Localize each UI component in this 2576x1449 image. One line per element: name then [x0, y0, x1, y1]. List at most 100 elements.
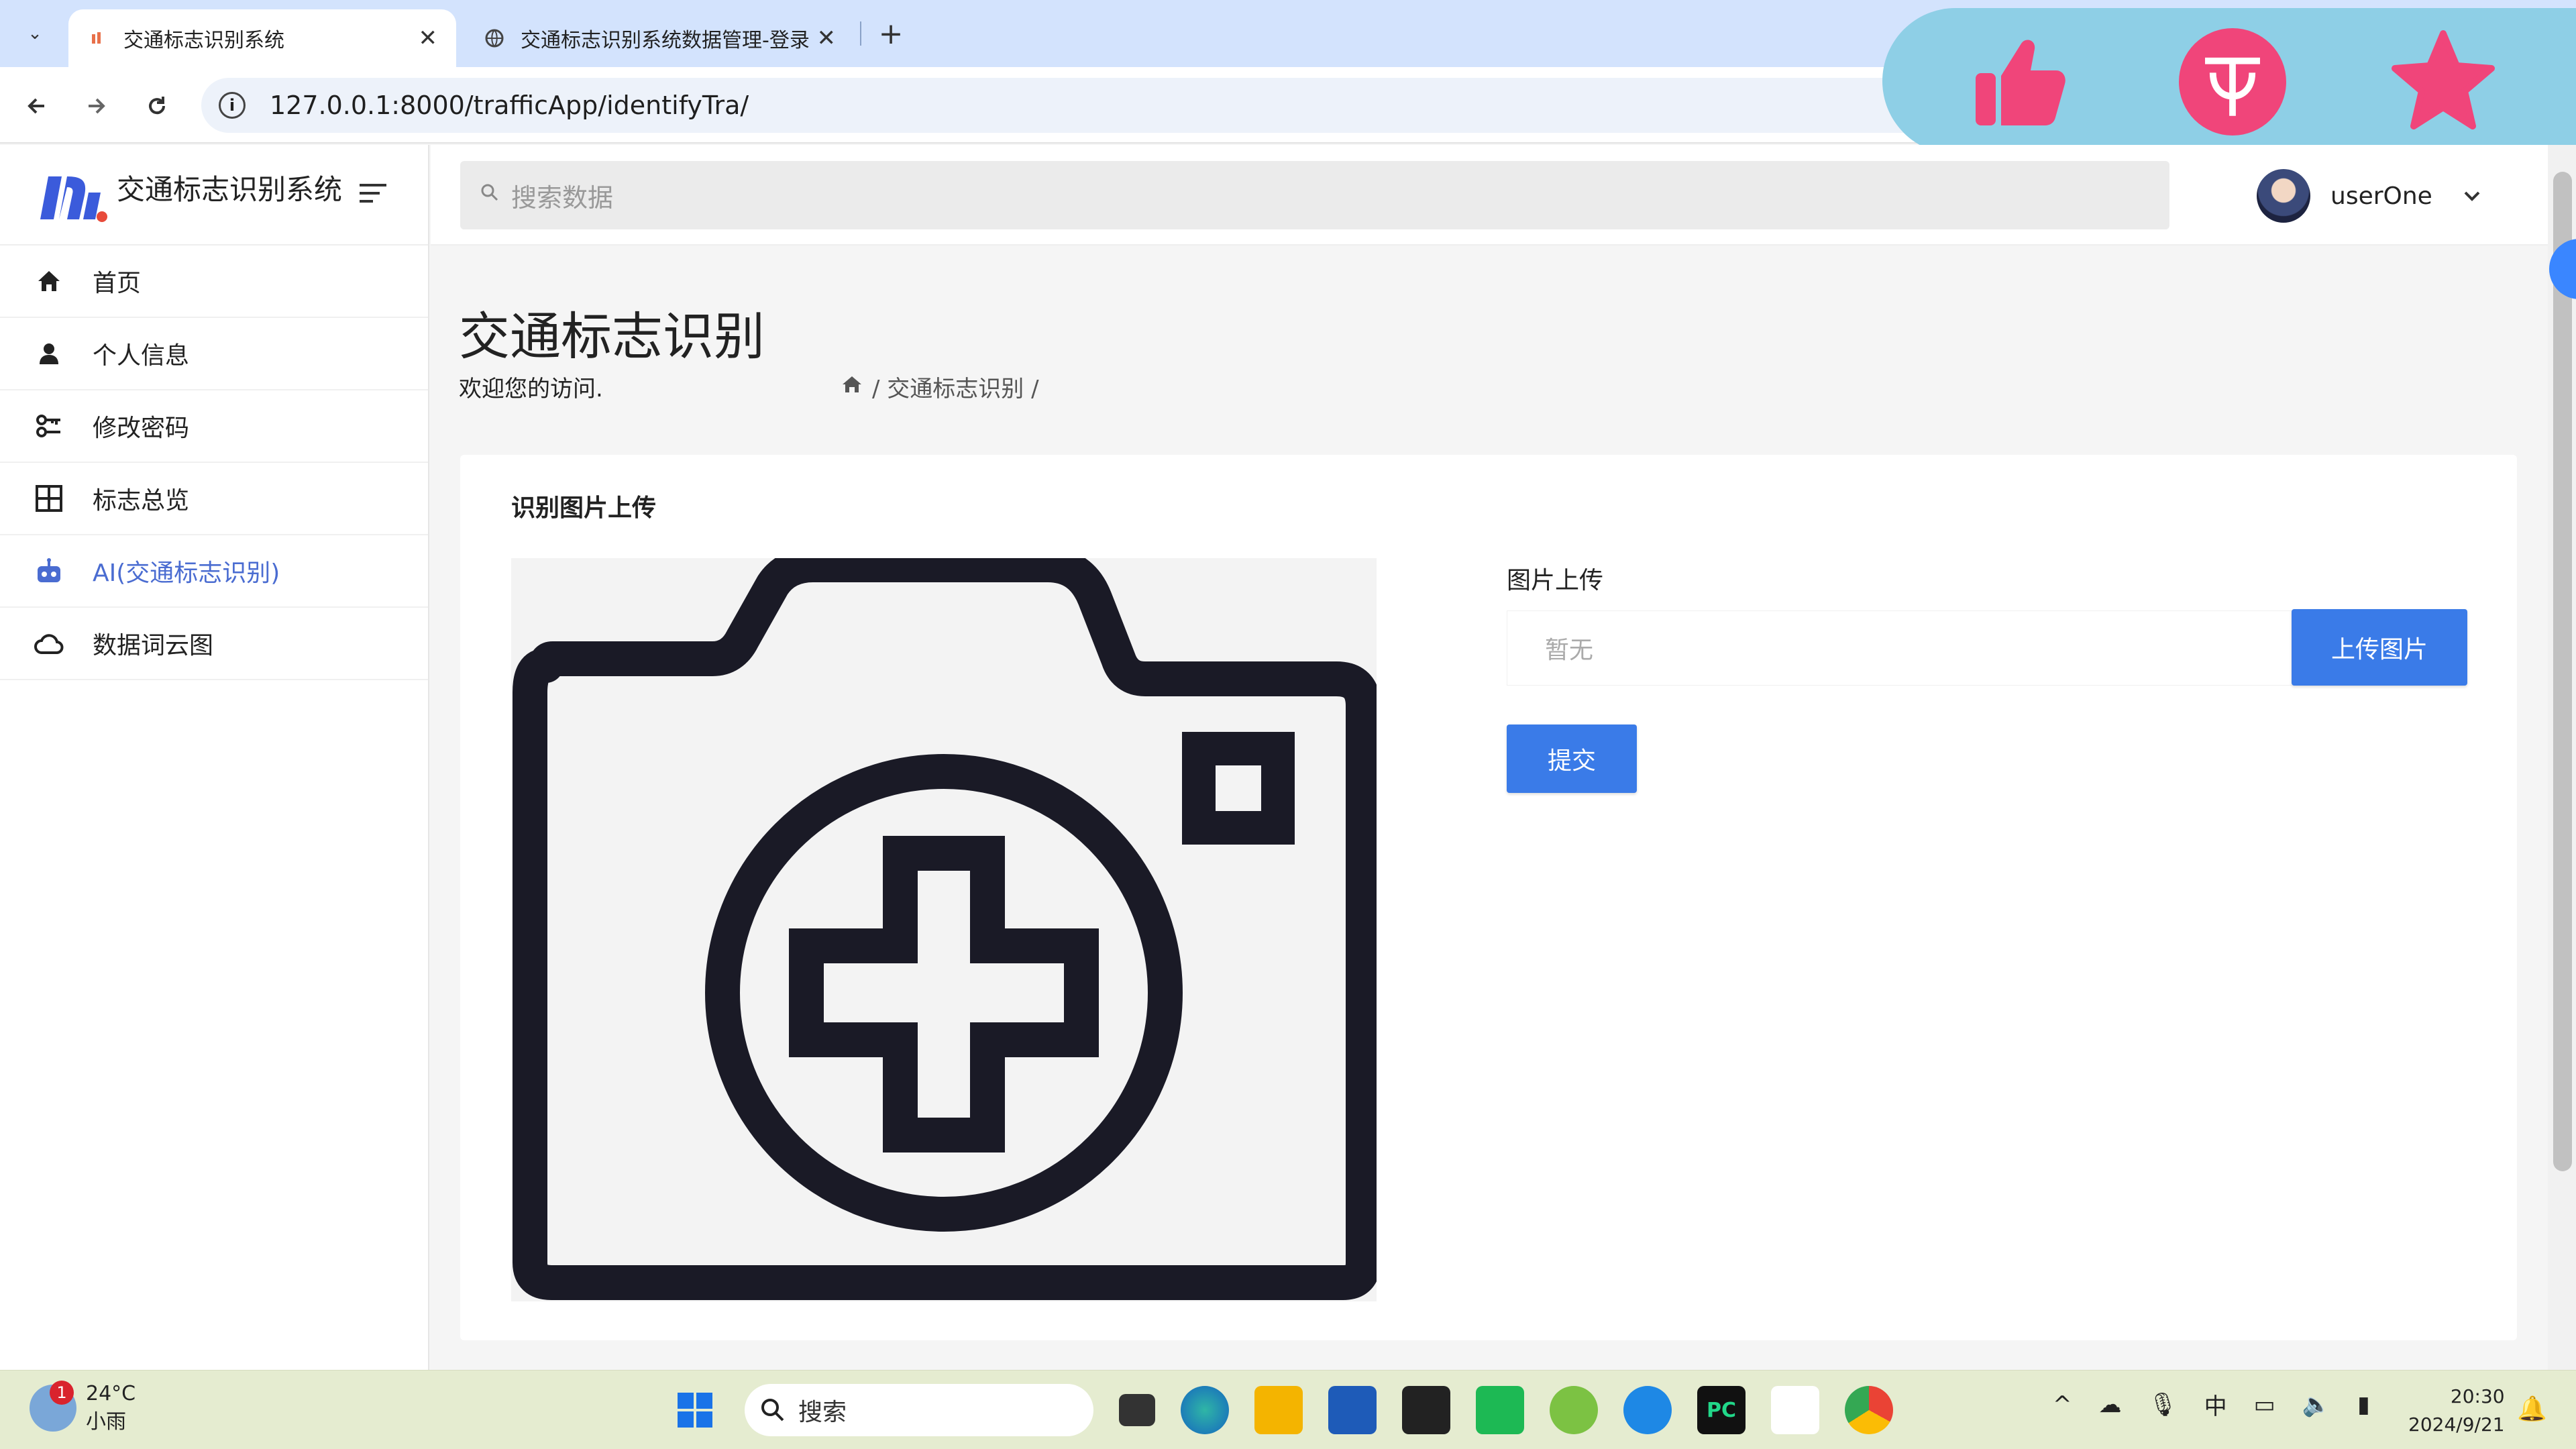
- windows-start-icon[interactable]: [671, 1386, 719, 1434]
- microphone-icon[interactable]: 🎙: [2149, 1391, 2178, 1418]
- sidebar-item-label: 数据词云图: [93, 632, 214, 659]
- app-grid-icon[interactable]: [1771, 1386, 1819, 1434]
- arrow-right-icon: [89, 98, 105, 114]
- user-menu[interactable]: userOne: [2257, 168, 2482, 224]
- search-icon: [480, 183, 499, 207]
- coin-icon[interactable]: [2179, 28, 2286, 136]
- add-photo-icon: [513, 547, 1381, 1300]
- breadcrumb: / 交通标志识别 /: [841, 370, 1039, 403]
- username: userOne: [2330, 182, 2432, 210]
- brand: 交通标志识别系统: [0, 145, 428, 246]
- upload-image-button[interactable]: 上传图片: [2292, 609, 2467, 686]
- user-icon: [32, 337, 66, 370]
- info-icon[interactable]: i: [219, 92, 246, 119]
- volume-icon[interactable]: 🔈: [2302, 1391, 2330, 1418]
- sidebar-item-label: 标志总览: [93, 487, 190, 515]
- sidebar-item-label: 个人信息: [93, 342, 190, 370]
- leaf-app-icon[interactable]: [1550, 1386, 1598, 1434]
- weather-widget[interactable]: 1 24°C 小雨: [30, 1380, 136, 1436]
- image-preview[interactable]: [511, 547, 1381, 1301]
- weather-temp: 24°C: [86, 1382, 136, 1405]
- file-path-value: 暂无: [1545, 637, 1594, 664]
- cloud-icon: [32, 627, 66, 660]
- field-label: 图片上传: [1507, 567, 1604, 594]
- time: 20:30: [2450, 1385, 2505, 1407]
- arrow-left-icon: [28, 98, 44, 114]
- sidebar-item-label: 首页: [93, 270, 142, 297]
- star-icon[interactable]: [2390, 28, 2497, 136]
- sidebar-item-word-cloud[interactable]: 数据词云图: [0, 608, 428, 680]
- robot-icon: [32, 554, 66, 588]
- sidebar-item-label: 修改密码: [93, 415, 190, 442]
- app-header: 搜索数据 userOne: [431, 145, 2548, 246]
- chat-app-icon[interactable]: [1476, 1386, 1524, 1434]
- sidebar-item-profile[interactable]: 个人信息: [0, 318, 428, 390]
- file-explorer-icon[interactable]: [1254, 1386, 1303, 1434]
- breadcrumb-home-icon[interactable]: [841, 374, 863, 400]
- logo-icon: [36, 164, 110, 225]
- menu-toggle-icon[interactable]: [357, 180, 389, 214]
- tab-title: 交通标志识别系统数据管理-登录: [521, 29, 810, 52]
- ime-indicator[interactable]: 中: [2204, 1388, 2227, 1421]
- sidebar-item-ai-recognition[interactable]: AI(交通标志识别): [0, 535, 428, 608]
- tab-separator: [860, 21, 861, 46]
- url-text: 127.0.0.1:8000/trafficApp/identifyTra/: [270, 91, 749, 120]
- close-tab-icon[interactable]: ✕: [817, 25, 837, 52]
- notification-badge: 1: [50, 1381, 74, 1405]
- windows-taskbar: 1 24°C 小雨 搜索 PC ^ ☁ 🎙 中 ▭ 🔈 ▮ 20:30 2024…: [0, 1370, 2576, 1449]
- sidebar: 交通标志识别系统 首页 个人信息 修改密码 标志总览 AI(交通标志识别) 数据…: [0, 145, 429, 1370]
- notification-bell-icon[interactable]: 🔔: [2517, 1395, 2547, 1423]
- search-input[interactable]: 搜索数据: [460, 161, 2169, 229]
- search-placeholder: 搜索数据: [511, 182, 614, 213]
- grid-icon: [32, 482, 66, 515]
- close-tab-icon[interactable]: ✕: [419, 25, 438, 52]
- sidebar-item-sign-overview[interactable]: 标志总览: [0, 463, 428, 535]
- tab-data-management-login[interactable]: 交通标志识别系统数据管理-登录 ✕: [466, 9, 855, 67]
- tab-title: 交通标志识别系统: [123, 29, 284, 52]
- network-icon[interactable]: ▭: [2254, 1391, 2275, 1418]
- taskbar-search[interactable]: 搜索: [745, 1384, 1093, 1436]
- favicon-icon: [87, 28, 107, 48]
- key-icon: [32, 409, 66, 443]
- task-view-icon[interactable]: [1119, 1394, 1155, 1426]
- floating-action-panel: [1882, 8, 2576, 154]
- weather-desc: 小雨: [86, 1410, 126, 1434]
- chevron-up-icon[interactable]: ^: [2053, 1391, 2072, 1418]
- microsoft-store-icon[interactable]: [1328, 1386, 1377, 1434]
- back-button[interactable]: [16, 86, 56, 126]
- battery-icon[interactable]: ▮: [2357, 1391, 2370, 1418]
- sidebar-item-label: AI(交通标志识别): [93, 559, 280, 587]
- taskbar-search-label: 搜索: [798, 1399, 847, 1426]
- taskbar-apps: 搜索 PC: [671, 1380, 1919, 1440]
- globe-icon: [484, 28, 504, 48]
- file-path-field[interactable]: 暂无: [1507, 610, 2296, 686]
- brand-name: 交通标志识别系统: [117, 172, 343, 206]
- reload-icon: [149, 97, 166, 115]
- vertical-scrollbar[interactable]: [2548, 145, 2576, 1370]
- welcome-text: 欢迎您的访问.: [459, 376, 603, 402]
- forward-button[interactable]: [76, 86, 117, 126]
- home-icon: [32, 264, 66, 298]
- reload-button[interactable]: [137, 86, 177, 126]
- clock[interactable]: 20:30 2024/9/21: [2408, 1383, 2505, 1439]
- page-title: 交通标志识别: [459, 307, 765, 366]
- pycharm-icon[interactable]: PC: [1697, 1386, 1746, 1434]
- chevron-down-icon: [2462, 184, 2482, 208]
- new-tab-button[interactable]: +: [872, 15, 910, 52]
- edge-browser-icon[interactable]: [1181, 1386, 1229, 1434]
- sidebar-item-home[interactable]: 首页: [0, 246, 428, 318]
- chrome-icon[interactable]: [1845, 1386, 1893, 1434]
- tab-traffic-system[interactable]: 交通标志识别系统 ✕: [68, 9, 456, 67]
- avatar: [2257, 169, 2310, 223]
- scrollbar-thumb[interactable]: [2553, 172, 2572, 1171]
- ie-browser-icon[interactable]: [1623, 1386, 1672, 1434]
- submit-button[interactable]: 提交: [1507, 724, 1637, 793]
- thumbs-up-icon[interactable]: [1966, 28, 2073, 136]
- tab-list-button[interactable]: ⌄: [15, 15, 55, 52]
- sidebar-item-change-password[interactable]: 修改密码: [0, 390, 428, 463]
- breadcrumb-path: / 交通标志识别 /: [872, 376, 1039, 402]
- system-tray: ^ ☁ 🎙 中 ▭ 🔈 ▮: [2053, 1388, 2397, 1421]
- card-title: 识别图片上传: [511, 494, 657, 522]
- app-icon[interactable]: [1402, 1386, 1450, 1434]
- onedrive-icon[interactable]: ☁: [2099, 1391, 2122, 1418]
